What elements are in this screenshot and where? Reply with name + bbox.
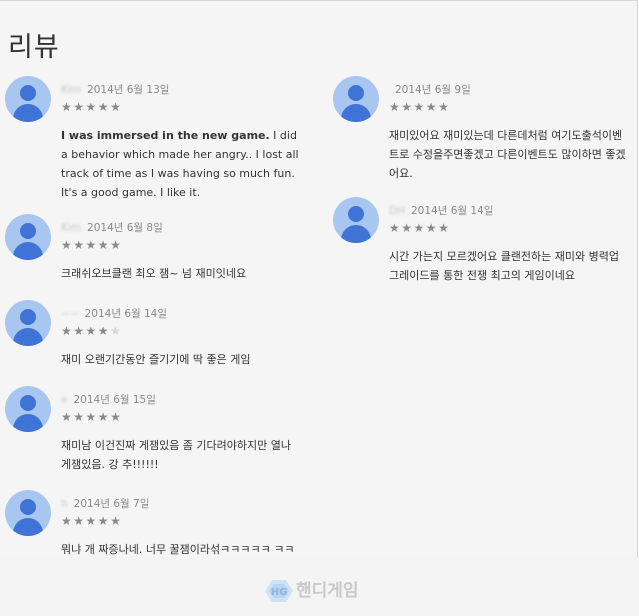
star-icon: ★ [61, 100, 74, 114]
review-text-body: 시간 가는지 모르겠어요 클랜전하는 재미와 병력업그레이드를 통한 전쟁 최고… [389, 250, 620, 282]
review-date: 2014년 6월 7일 [73, 498, 150, 510]
review-date: 2014년 6월 14일 [410, 205, 494, 217]
reviewer-name[interactable]: ~~ [61, 308, 79, 320]
reviewer-meta: ~~ 2014년 6월 14일 [61, 306, 167, 322]
review-text: I was immersed in the new game. I did a … [61, 126, 301, 202]
star-icon: ★ [110, 238, 123, 252]
reviewer-name[interactable]: Kim [61, 84, 81, 96]
star-icon: ★ [110, 100, 123, 114]
review-date: 2014년 6월 8일 [87, 222, 163, 234]
review-text: 크래쉬오브클랜 최오 잼~ 넘 재미잇네요 [61, 264, 301, 283]
star-icon: ★ [97, 324, 111, 338]
reviewer-meta: DH 2014년 6월 14일 [389, 203, 493, 219]
star-icon: ★ [438, 221, 451, 235]
star-icon: ★ [110, 514, 123, 528]
avatar-icon[interactable] [5, 386, 51, 432]
star-icon: ★ [85, 514, 98, 528]
review-date: 2014년 6월 15일 [73, 394, 156, 406]
star-icon: ★ [85, 324, 98, 338]
reviewer-name[interactable]: e [61, 394, 67, 406]
star-icon: ★ [401, 100, 414, 114]
star-icon: ★ [73, 514, 86, 528]
star-icon: ★ [389, 221, 402, 235]
review-card: Kim 2014년 6월 13일 ★★★★★ I was immersed in th… [5, 76, 305, 199]
star-icon: ★ [61, 238, 74, 252]
star-icon: ★ [73, 410, 86, 424]
review-text: 재미남 이건진짜 게잼있음 좀 기다려야하지만 열나게잼있음. 강 추!!!!!… [61, 436, 301, 474]
star-rating: ★★★★★ [389, 100, 450, 114]
star-rating: ★★★★★ [61, 410, 122, 424]
avatar-icon[interactable] [5, 214, 51, 260]
star-icon: ★ [401, 221, 414, 235]
star-icon: ★ [413, 100, 426, 114]
watermark-text: 핸디게임 [296, 581, 359, 601]
star-rating: ★★★★★ [61, 238, 122, 252]
review-text: 뭐냐 개 짜증나네. 너무 꿀잼이라섞ㅋㅋㅋㅋㅋ ㅋㅋㅋㅋ [61, 540, 301, 557]
review-text: 재미있어요 재미있는데 다른데처럼 여기도출석이벤트로 수정을주면좋겠고 다른이… [389, 126, 629, 183]
star-icon: ★ [73, 324, 86, 338]
review-text-bold: I was immersed in the new game. [61, 129, 270, 142]
review-text: 시간 가는지 모르겠어요 클랜전하는 재미와 병력업그레이드를 통한 전쟁 최고… [389, 247, 629, 285]
reviewer-meta: Kim 2014년 6월 13일 [61, 82, 169, 98]
reviewer-meta: h 2014년 6월 7일 [61, 496, 149, 512]
star-icon: ★ [438, 100, 451, 114]
star-icon: ★ [85, 238, 98, 252]
star-icon: ★ [97, 514, 111, 528]
review-card: e 2014년 6월 15일 ★★★★★ 재미남 이건진짜 게잼있음 좀 기다려야하지… [5, 386, 305, 496]
star-rating: ★★★★★ [61, 324, 122, 338]
star-icon: ★ [425, 100, 439, 114]
handygame-logo-icon: HG [265, 580, 293, 602]
star-rating: ★★★★★ [389, 221, 450, 235]
star-icon: ★ [61, 514, 74, 528]
star-icon: ★ [73, 238, 86, 252]
review-date: 2014년 6월 14일 [84, 308, 168, 320]
star-rating: ★★★★★ [61, 100, 122, 114]
star-icon: ★ [97, 410, 111, 424]
review-text-body: 재미남 이건진짜 게잼있음 좀 기다려야하지만 열나게잼있음. 강 추!!!!!… [61, 439, 292, 471]
star-icon: ★ [389, 100, 402, 114]
star-icon: ★ [413, 221, 426, 235]
reviewer-name[interactable]: h [61, 498, 68, 510]
avatar-icon[interactable] [333, 197, 379, 243]
reviewer-name[interactable]: Kim [61, 222, 81, 234]
svg-text:HG: HG [271, 587, 288, 598]
review-date: 2014년 6월 13일 [87, 84, 170, 96]
reviewer-name[interactable]: DH [389, 205, 405, 217]
review-card: h 2014년 6월 7일 ★★★★★ 뭐냐 개 짜증나네. 너무 꿀잼이라섞ㅋㅋㅋㅋ… [5, 490, 305, 557]
star-icon: ★ [97, 238, 111, 252]
avatar-icon[interactable] [5, 490, 51, 536]
reviewer-meta: 2014년 6월 9일 [389, 82, 471, 98]
star-icon: ★ [110, 324, 123, 338]
star-icon: ★ [85, 410, 98, 424]
review-card: DH 2014년 6월 14일 ★★★★★ 시간 가는지 모르겠어요 클랜전하는 재미… [333, 197, 633, 307]
watermark: HG 핸디게임 [264, 576, 359, 604]
review-text-body: 크래쉬오브클랜 최오 잼~ 넘 재미잇네요 [61, 267, 247, 280]
star-icon: ★ [73, 100, 86, 114]
avatar-icon[interactable] [5, 300, 51, 346]
star-icon: ★ [61, 324, 74, 338]
review-card: 2014년 6월 9일 ★★★★★ 재미있어요 재미있는데 다른데처럼 여기도출석이… [333, 76, 633, 186]
review-text-body: 뭐냐 개 짜증나네. 너무 꿀잼이라섞ㅋㅋㅋㅋㅋ ㅋㅋㅋㅋ [61, 543, 295, 556]
star-rating: ★★★★★ [61, 514, 122, 528]
review-text-body: 재미 오랜기간동안 즐기기에 딱 좋은 게임 [61, 353, 251, 366]
star-icon: ★ [61, 410, 74, 424]
star-icon: ★ [97, 100, 111, 114]
reviewer-meta: Kim 2014년 6월 8일 [61, 220, 163, 236]
review-date: 2014년 6월 9일 [395, 84, 471, 96]
avatar-icon[interactable] [333, 76, 379, 122]
star-icon: ★ [425, 221, 439, 235]
reviewer-meta: e 2014년 6월 15일 [61, 392, 156, 408]
star-icon: ★ [85, 100, 98, 114]
star-icon: ★ [110, 410, 123, 424]
avatar-icon[interactable] [5, 76, 51, 122]
review-text: 재미 오랜기간동안 즐기기에 딱 좋은 게임 [61, 350, 301, 369]
section-title: 리뷰 [8, 32, 60, 63]
reviews-panel: 리뷰 Kim 2014년 6월 13일 ★★★★★ I was immersed in… [0, 0, 638, 557]
review-text-body: 재미있어요 재미있는데 다른데처럼 여기도출석이벤트로 수정을주면좋겠고 다른이… [389, 129, 626, 180]
